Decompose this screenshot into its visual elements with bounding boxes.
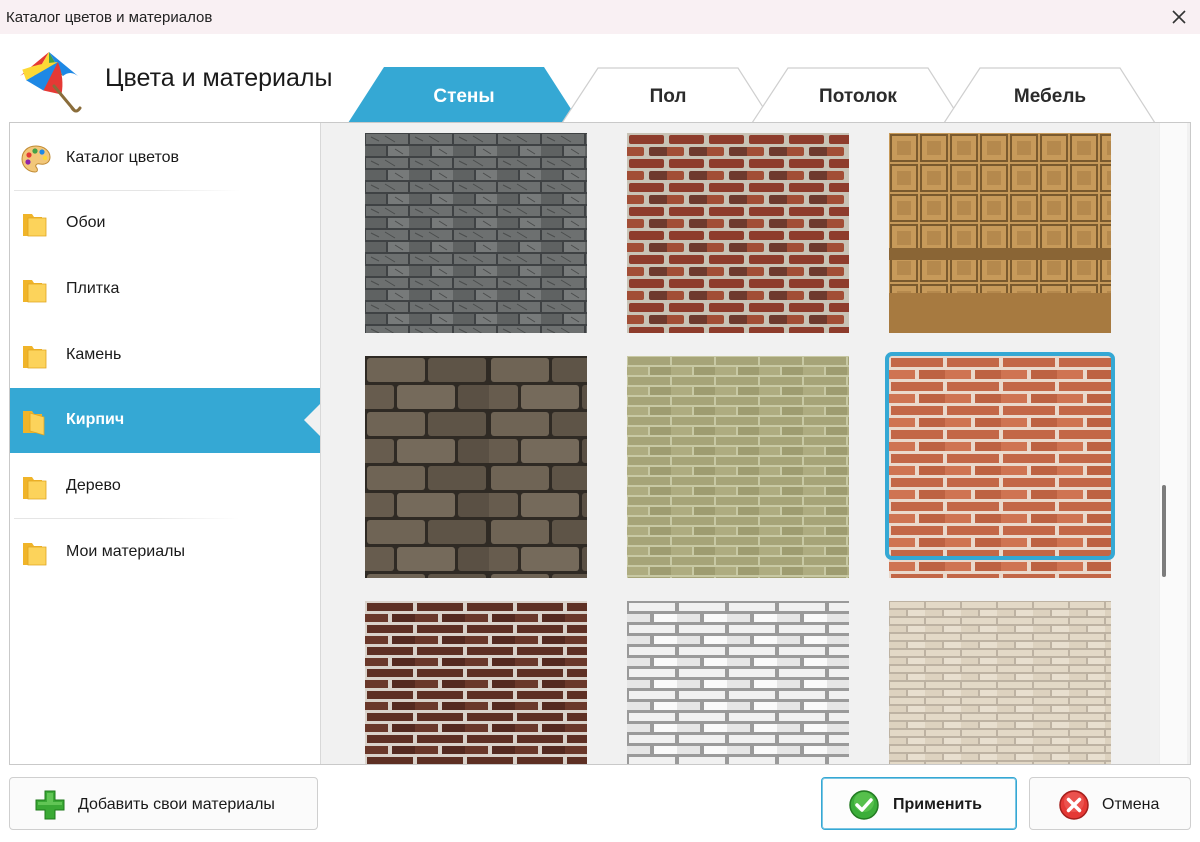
- tab-label: Стены: [433, 86, 495, 107]
- page-title: Цвета и материалы: [105, 64, 333, 92]
- material-swatch[interactable]: [889, 601, 1111, 764]
- white-brick-texture: [627, 601, 849, 764]
- red-brick-texture: [889, 356, 1111, 578]
- materials-grid: [321, 123, 1190, 764]
- sidebar-item-wood[interactable]: Дерево: [10, 454, 320, 519]
- material-swatch-selected[interactable]: [885, 352, 1115, 578]
- material-swatch[interactable]: [627, 356, 849, 578]
- plus-icon: [35, 790, 65, 820]
- ornamental-sandstone-brick-texture: [889, 133, 1111, 333]
- button-label: Добавить свои материалы: [78, 796, 275, 813]
- sidebar-item-label: Мои материалы: [66, 543, 185, 560]
- main-panel: Каталог цветов Обои Плитка Камень Кирпич…: [9, 122, 1191, 765]
- folder-icon: [23, 280, 47, 303]
- dark-brown-brick-texture: [365, 601, 587, 764]
- sidebar-item-brick[interactable]: Кирпич: [10, 388, 321, 453]
- sidebar-item-label: Дерево: [66, 477, 121, 494]
- umbrella-logo-icon: [20, 52, 82, 113]
- window-title: Каталог цветов и материалов: [6, 9, 213, 26]
- tab-furniture[interactable]: Мебель: [944, 67, 1156, 123]
- beige-brick-texture: [889, 601, 1111, 764]
- close-icon[interactable]: [1166, 4, 1192, 30]
- check-circle-icon: [849, 790, 879, 820]
- sidebar-item-wallpaper[interactable]: Обои: [10, 191, 320, 256]
- apply-button[interactable]: Применить: [821, 777, 1017, 830]
- sidebar-item-tile[interactable]: Плитка: [10, 257, 320, 322]
- tab-floor[interactable]: Пол: [562, 67, 774, 123]
- gray-stone-brick-texture: [365, 133, 587, 333]
- old-red-brick-texture: [627, 133, 849, 333]
- material-swatch[interactable]: [365, 601, 587, 764]
- add-materials-button[interactable]: Добавить свои материалы: [9, 777, 318, 830]
- window-titlebar: Каталог цветов и материалов: [0, 0, 1200, 34]
- material-swatch[interactable]: [627, 601, 849, 764]
- material-swatch[interactable]: [627, 133, 849, 333]
- sidebar-item-stone[interactable]: Камень: [10, 323, 320, 388]
- folder-icon: [23, 214, 47, 237]
- button-label: Применить: [893, 796, 983, 813]
- sidebar-item-label: Камень: [66, 346, 122, 363]
- material-swatch[interactable]: [889, 133, 1111, 333]
- category-sidebar: Каталог цветов Обои Плитка Камень Кирпич…: [10, 123, 321, 764]
- brown-stone-brick-texture: [365, 356, 587, 578]
- sidebar-item-color-catalog[interactable]: Каталог цветов: [10, 126, 320, 191]
- sidebar-item-label: Кирпич: [66, 411, 125, 428]
- sidebar-item-my-materials[interactable]: Мои материалы: [10, 520, 320, 585]
- olive-brick-texture: [627, 356, 849, 578]
- palette-icon: [21, 145, 51, 173]
- material-swatch[interactable]: [365, 356, 587, 578]
- folder-open-icon: [23, 411, 45, 436]
- folder-icon: [23, 346, 47, 369]
- folder-icon: [23, 543, 47, 566]
- button-label: Отмена: [1102, 796, 1160, 813]
- cancel-button[interactable]: Отмена: [1029, 777, 1191, 830]
- tab-label: Пол: [649, 86, 687, 107]
- active-pointer: [304, 403, 321, 437]
- tab-label: Мебель: [1013, 86, 1087, 107]
- sidebar-item-label: Каталог цветов: [66, 149, 180, 166]
- tab-label: Потолок: [819, 86, 897, 107]
- tab-ceiling[interactable]: Потолок: [752, 67, 964, 123]
- material-swatch[interactable]: [365, 133, 587, 333]
- sidebar-item-label: Плитка: [66, 280, 120, 297]
- folder-icon: [23, 477, 47, 500]
- sidebar-item-label: Обои: [66, 214, 106, 231]
- divider: [14, 518, 240, 519]
- tab-walls[interactable]: Стены: [348, 67, 580, 123]
- scrollbar-track[interactable]: [1159, 123, 1187, 764]
- cancel-circle-icon: [1059, 790, 1089, 820]
- scrollbar-thumb[interactable]: [1162, 485, 1166, 577]
